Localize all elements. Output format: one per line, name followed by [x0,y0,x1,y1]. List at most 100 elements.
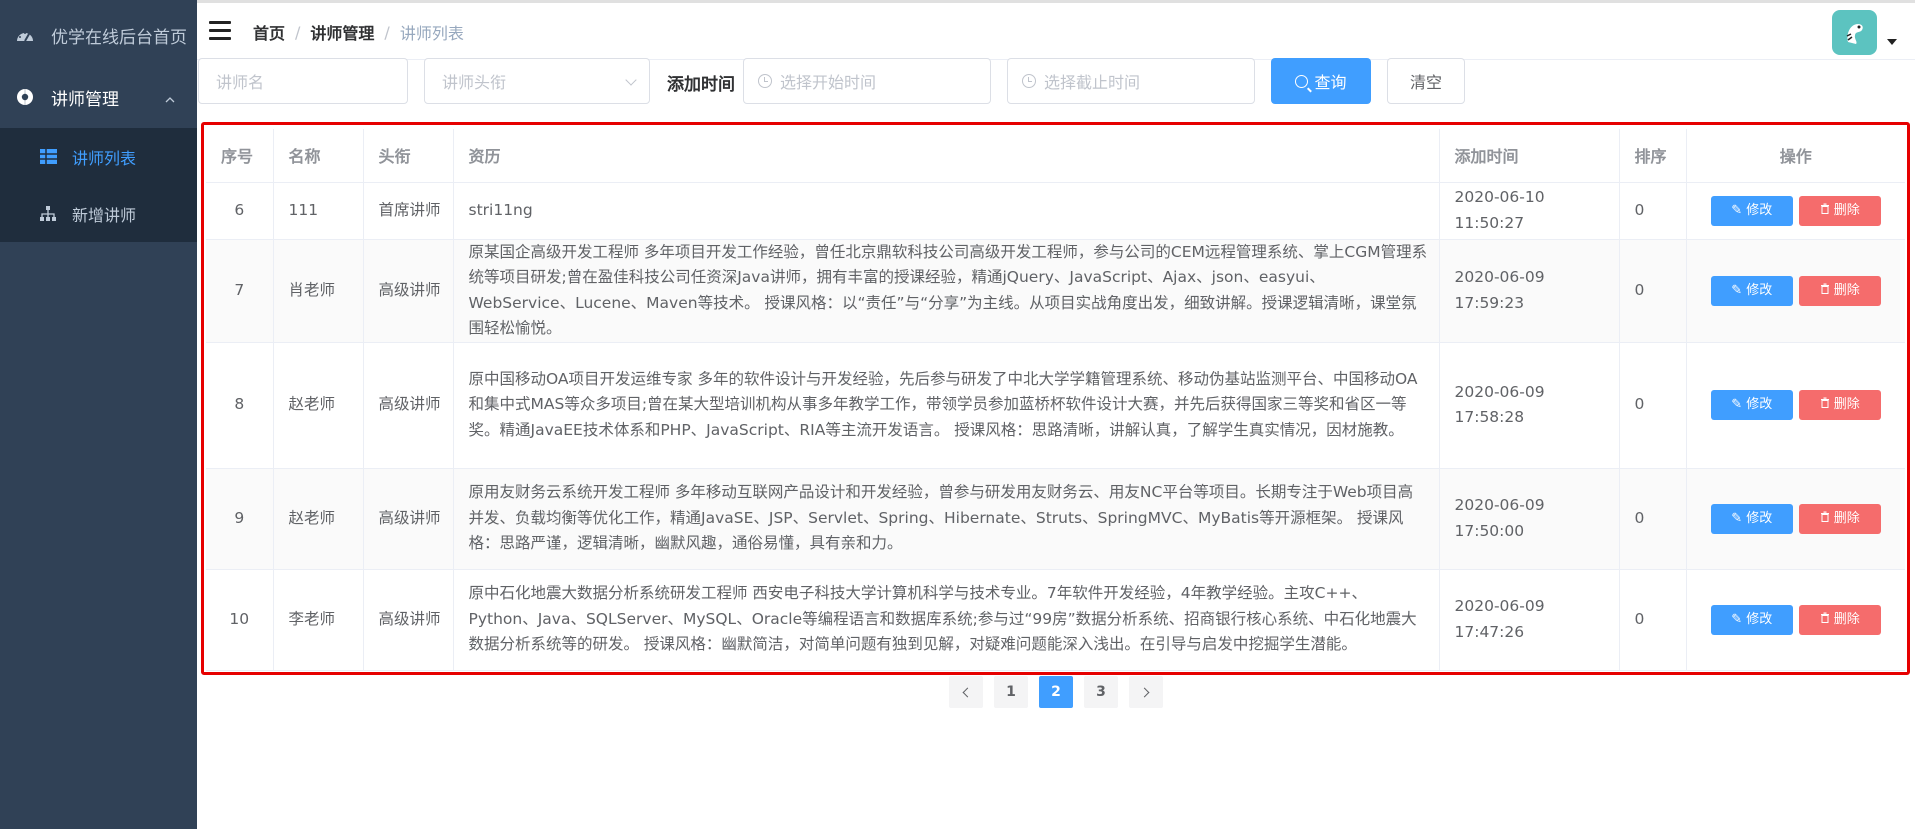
cell-intro: 原中石化地震大数据分析系统研发工程师 西安电子科技大学计算机科学与技术专业。7年… [453,569,1440,671]
search-icon [1295,74,1309,88]
clear-button-label: 清空 [1409,73,1442,92]
sidebar-group-label: 讲师管理 [51,89,119,110]
cell-level: 高级讲师 [363,239,454,343]
sidebar-item-label: 优学在线后台首页 [51,27,187,48]
avatar-icon [1846,23,1863,44]
column-header-intro: 资历 [453,129,1440,183]
column-header-index: 序号 [206,129,274,183]
breadcrumb: 首页 / 讲师管理 / 讲师列表 [253,20,464,44]
avatar[interactable] [1832,10,1877,55]
dashboard-icon [15,25,35,45]
cell-name: 赵老师 [273,342,364,469]
teacher-level-select[interactable]: 讲师头衔 [424,58,650,104]
cell-actions: ✎ 修改 删除 [1686,468,1905,570]
query-button-label: 查询 [1314,73,1347,92]
add-time-label: 添加时间 [667,75,735,95]
delete-button[interactable]: 删除 [1798,275,1881,306]
next-page-button[interactable] [1129,676,1163,708]
clock-icon [758,74,772,88]
cell-name: 赵老师 [273,468,364,570]
trash-icon [1820,506,1830,532]
navbar: 首页 / 讲师管理 / 讲师列表 [197,0,1915,60]
sidebar-group-teacher[interactable]: 讲师管理 [0,66,197,128]
cell-index: 6 [206,182,274,240]
table-row: 9 赵老师 高级讲师 原用友财务云系统开发工程师 多年移动互联网产品设计和开发经验，曾… [206,468,1905,570]
cell-intro: 原用友财务云系统开发工程师 多年移动互联网产品设计和开发经验，曾参与研发用友财务… [453,468,1440,570]
delete-button[interactable]: 删除 [1798,390,1881,420]
cell-sort: 0 [1619,569,1687,671]
edit-icon: ✎ [1731,202,1743,218]
edit-button[interactable]: ✎ 修改 [1710,604,1793,635]
cell-sort: 0 [1619,468,1687,570]
cell-intro: 原某国企高级开发工程师 多年项目开发工作经验，曾任北京鼎软科技公司高级开发工程师… [453,239,1440,343]
sidebar-item-home[interactable]: 优学在线后台首页 [0,4,197,66]
cell-index: 7 [206,239,274,343]
edit-button[interactable]: ✎ 修改 [1710,195,1793,226]
trash-icon [1820,392,1830,418]
sidebar-item-label: 讲师列表 [72,148,137,168]
delete-button[interactable]: 删除 [1798,604,1881,635]
edit-icon: ✎ [1731,510,1743,526]
clear-button[interactable]: 清空 [1387,58,1465,104]
cell-sort: 0 [1619,239,1687,343]
cell-time: 2020-06-09 17:58:28 [1439,342,1620,469]
table-row: 7 肖老师 高级讲师 原某国企高级开发工程师 多年项目开发工作经验，曾任北京鼎软科技公… [206,239,1905,343]
delete-button-label: 删除 [1833,510,1860,526]
chevron-right-icon [1139,687,1150,697]
sidebar-submenu: 讲师列表 新增讲师 [0,128,197,242]
edit-button[interactable]: ✎ 修改 [1710,503,1793,534]
delete-button[interactable]: 删除 [1798,503,1881,534]
table-row: 6 111 首席讲师 stri11ng 2020-06-10 11:50:27 0 ✎ 修改 删… [206,182,1905,240]
breadcrumb-teacher-management[interactable]: 讲师管理 [310,20,374,44]
page-button[interactable]: 3 [1084,676,1118,708]
edit-button[interactable]: ✎ 修改 [1710,275,1793,306]
cell-actions: ✎ 修改 删除 [1686,182,1905,240]
query-button[interactable]: 查询 [1271,58,1371,104]
edit-button-label: 修改 [1746,611,1773,627]
cell-time: 2020-06-09 17:50:00 [1439,468,1620,570]
trash-icon [1820,607,1830,633]
caret-down-icon[interactable] [1887,39,1897,45]
hamburger-icon[interactable] [209,21,231,41]
cell-intro: 原中国移动OA项目开发运维专家 多年的软件设计与开发经验，先后参与研发了中北大学… [453,342,1440,469]
cell-name: 111 [273,182,364,240]
clock-icon [1022,74,1036,88]
cell-time: 2020-06-09 17:59:23 [1439,239,1620,343]
delete-button-label: 删除 [1833,397,1860,413]
chevron-down-icon [625,74,637,86]
prev-page-button[interactable] [949,676,983,708]
teacher-table: 序号 名称 头衔 资历 添加时间 排序 操作 6 111 首席讲师 stri11ng 2… [206,129,1905,671]
cell-time: 2020-06-10 11:50:27 [1439,182,1620,240]
cell-level: 高级讲师 [363,569,454,671]
column-header-name: 名称 [273,129,364,183]
column-header-sort: 排序 [1619,129,1687,183]
delete-button-label: 删除 [1833,202,1860,218]
cell-intro: stri11ng [453,182,1440,240]
sidebar-item-add-teacher[interactable]: 新增讲师 [0,185,197,242]
delete-button[interactable]: 删除 [1798,195,1881,226]
breadcrumb-separator: / [384,22,390,42]
chevron-left-icon [962,687,973,697]
breadcrumb-home[interactable]: 首页 [253,20,285,44]
column-header-time: 添加时间 [1439,129,1620,183]
column-header-level: 头衔 [363,129,454,183]
cell-actions: ✎ 修改 删除 [1686,569,1905,671]
trash-icon [1820,278,1830,304]
end-time-picker[interactable]: 选择截止时间 [1007,58,1255,104]
page-button-active[interactable]: 2 [1039,676,1073,708]
teacher-level-placeholder: 讲师头衔 [442,73,507,92]
trash-icon [1820,198,1830,224]
breadcrumb-separator: / [295,22,301,42]
cell-index: 10 [206,569,274,671]
sidebar-item-teacher-list[interactable]: 讲师列表 [0,128,197,185]
cell-actions: ✎ 修改 删除 [1686,239,1905,343]
edit-button-label: 修改 [1746,202,1773,218]
table-row: 10 李老师 高级讲师 原中石化地震大数据分析系统研发工程师 西安电子科技大学计算机科… [206,569,1905,671]
chevron-up-icon [165,90,175,103]
page-button[interactable]: 1 [994,676,1028,708]
start-time-picker[interactable]: 选择开始时间 [743,58,991,104]
teacher-name-input[interactable]: 讲师名 [198,58,408,104]
edit-button[interactable]: ✎ 修改 [1710,390,1793,420]
teacher-name-placeholder: 讲师名 [216,73,265,92]
edit-button-label: 修改 [1746,397,1773,413]
